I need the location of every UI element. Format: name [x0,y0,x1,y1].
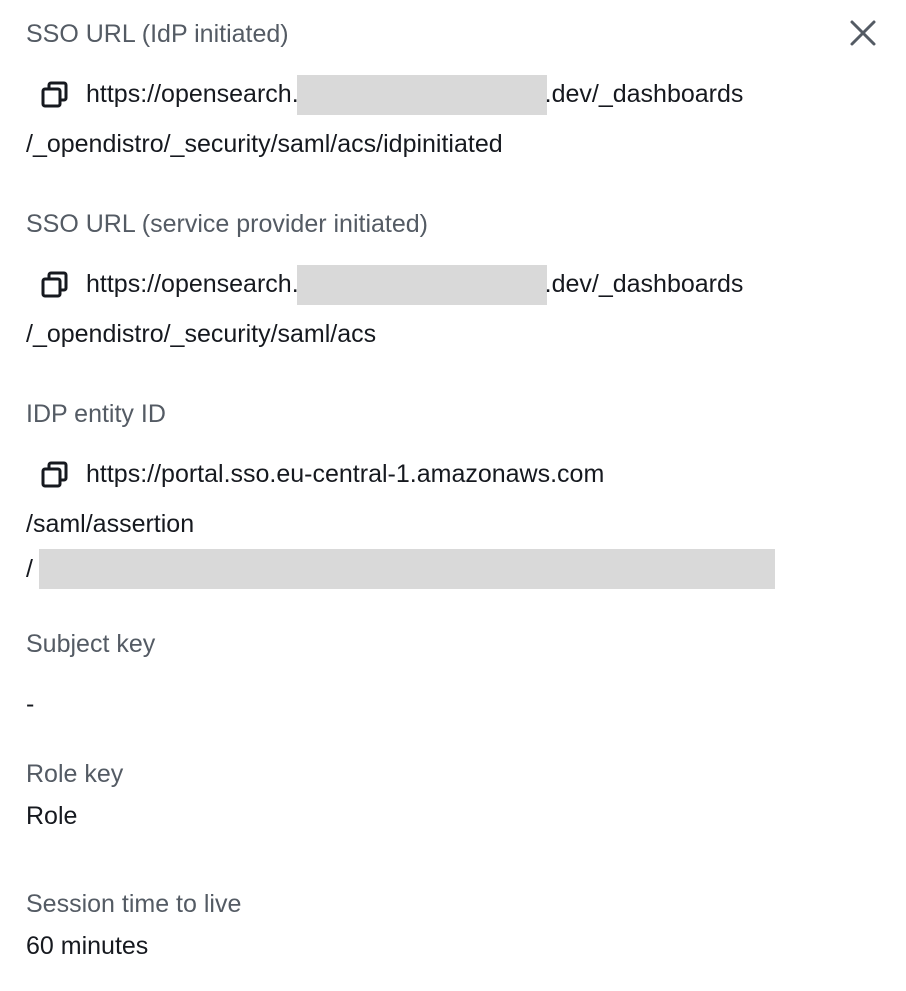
sso-url-sp-line1: https://opensearch. .dev/_dashboards [26,259,876,309]
sso-url-sp-section: SSO URL (service provider initiated) htt… [26,207,876,359]
idp-entity-id-label: IDP entity ID [26,400,166,428]
copy-idp-entity-id-button[interactable] [40,460,70,490]
session-ttl-label: Session time to live [26,890,242,918]
subject-key-section: Subject key - [26,627,876,729]
subject-key-value: - [26,690,35,718]
sso-url-idp-value-line2: /_opendistro/_security/saml/acs/idpiniti… [26,130,503,158]
session-ttl-value: 60 minutes [26,932,149,960]
idp-entity-id-section: IDP entity ID https://portal.sso.eu-cent… [26,397,876,589]
copy-sso-url-sp-button[interactable] [40,270,70,300]
sso-url-sp-value-line2: /_opendistro/_security/saml/acs [26,320,377,348]
sso-url-sp-value-line1[interactable]: https://opensearch. .dev/_dashboards [86,259,743,309]
sso-url-sp-label: SSO URL (service provider initiated) [26,210,428,238]
copy-icon [41,271,68,298]
sso-url-sp-prefix: https://opensearch. [86,270,299,298]
role-key-value: Role [26,802,78,830]
subject-key-label: Subject key [26,630,156,658]
role-key-section: Role key Role [26,757,876,841]
copy-icon [41,461,68,488]
redacted-block [296,265,547,306]
idp-entity-id-line1: https://portal.sso.eu-central-1.amazonaw… [26,449,876,499]
idp-entity-id-value-line1[interactable]: https://portal.sso.eu-central-1.amazonaw… [86,449,604,499]
sso-url-idp-section: SSO URL (IdP initiated) https://opensear… [26,17,876,169]
redacted-block [39,549,775,589]
idp-entity-id-value-line3: / [26,549,876,589]
redacted-block [296,75,547,116]
sso-url-idp-value-line1[interactable]: https://opensearch. .dev/_dashboards [86,69,743,119]
session-ttl-section: Session time to live 60 minutes [26,887,876,971]
sso-url-idp-label: SSO URL (IdP initiated) [26,20,289,48]
role-key-label: Role key [26,760,124,788]
sso-url-idp-prefix: https://opensearch. [86,80,299,108]
idp-entity-id-prefix: / [26,555,33,583]
sso-url-idp-suffix: .dev/_dashboards [544,80,744,108]
copy-sso-url-idp-button[interactable] [40,80,70,110]
saml-details-panel: SSO URL (IdP initiated) https://opensear… [0,0,906,991]
copy-icon [41,81,68,108]
sso-url-idp-line1: https://opensearch. .dev/_dashboards [26,69,876,119]
sso-url-sp-suffix: .dev/_dashboards [544,270,744,298]
idp-entity-id-value-line2: /saml/assertion [26,510,195,538]
